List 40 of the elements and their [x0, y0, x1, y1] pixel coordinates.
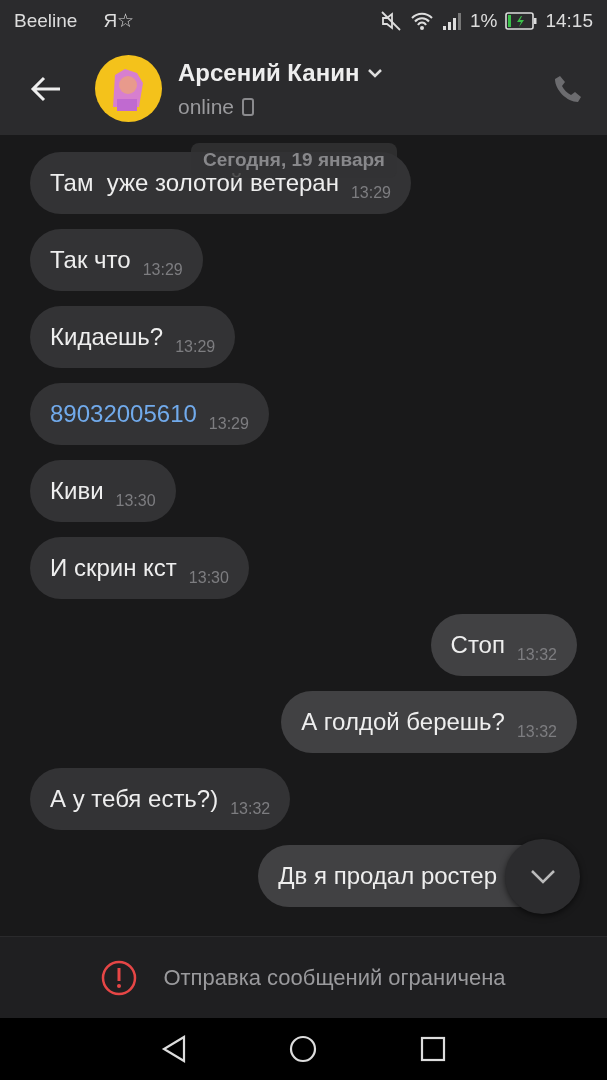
back-nav-icon[interactable] — [161, 1035, 188, 1063]
phone-device-icon — [242, 97, 255, 116]
phone-call-icon[interactable] — [553, 73, 583, 104]
back-arrow-icon[interactable] — [30, 75, 62, 102]
battery-icon — [505, 12, 538, 30]
message-text: Стоп — [450, 630, 505, 660]
message-text: И скрин кст — [50, 553, 177, 583]
message-text: Кидаешь? — [50, 322, 164, 352]
clock: 14:15 — [545, 8, 593, 33]
chevron-down-icon — [529, 868, 556, 885]
message-time: 13:32 — [516, 645, 557, 665]
avatar — [95, 55, 162, 122]
message-text: Так что — [50, 245, 131, 275]
message-time: 13:30 — [115, 491, 156, 511]
date-chip: Сегодня, 19 января — [191, 143, 397, 178]
online-status: online — [178, 93, 235, 120]
signal-icon — [442, 11, 462, 31]
message-time: 13:30 — [188, 568, 229, 588]
message-time: 13:29 — [175, 337, 216, 357]
carrier-name: Beeline — [14, 8, 78, 33]
message-time: 13:29 — [350, 183, 391, 203]
contact-name[interactable]: Арсений Канин — [178, 54, 360, 91]
message-time: 13:32 — [516, 722, 557, 742]
warning-icon — [101, 959, 138, 996]
message-time: 13:32 — [230, 799, 271, 819]
recents-nav-icon[interactable] — [419, 1036, 446, 1062]
message-text: Дв я продал ростер — [278, 861, 497, 891]
chevron-down-icon[interactable] — [367, 67, 384, 78]
message-time: 13:29 — [208, 414, 249, 434]
message-text: Киви — [50, 476, 104, 506]
home-nav-icon[interactable] — [289, 1035, 318, 1063]
restriction-notice: Отправка сообщений ограничена — [163, 964, 506, 992]
message-time: 13:29 — [142, 260, 183, 280]
battery-percent: 1% — [470, 8, 498, 33]
app-notification-icon: Я☆ — [103, 6, 135, 36]
mute-icon — [380, 10, 402, 32]
message-text: А голдой берешь? — [301, 707, 505, 737]
wifi-icon — [410, 11, 434, 31]
phone-number-link[interactable]: 89032005610 — [50, 396, 197, 432]
message-text: А у тебя есть?) — [50, 784, 219, 814]
